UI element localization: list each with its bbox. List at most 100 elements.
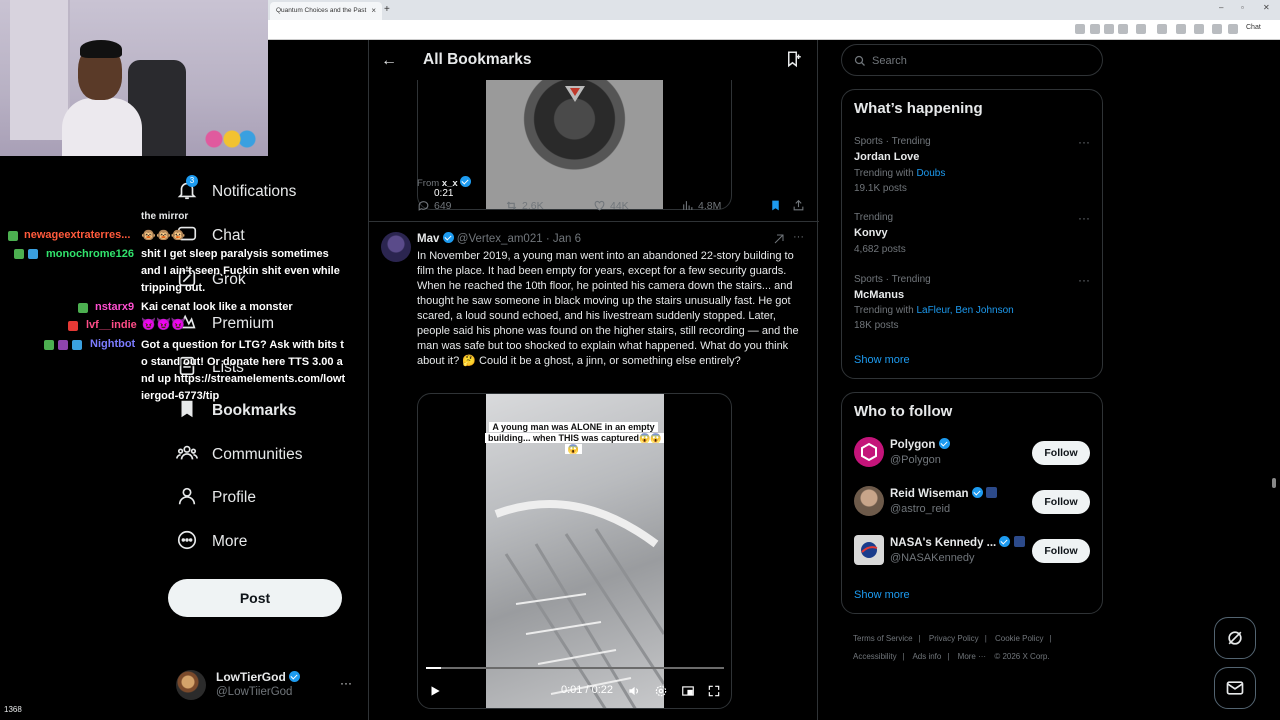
video-progress-fill [426,667,441,669]
tweet-author-line: Mav @Vertex_am021 · Jan 6 [417,232,581,245]
footer-link[interactable]: Accessibility [853,652,897,661]
video-frame [486,80,663,209]
follow-name[interactable]: Polygon [890,438,950,451]
trend-name[interactable]: Konvy [854,227,888,239]
tweet-date[interactable]: Jan 6 [553,233,581,245]
avatar[interactable] [854,437,884,467]
messages-fab-button[interactable] [1214,667,1256,709]
video-progress-track[interactable] [426,667,724,669]
follow-button[interactable]: Follow [1032,441,1090,465]
trend-name[interactable]: McManus [854,289,904,301]
picture-in-picture-icon[interactable] [681,684,695,698]
nav-profile[interactable]: Profile [176,484,256,512]
nav-label: Profile [212,489,256,506]
toolbar-zoom-icon[interactable] [1090,24,1100,34]
fullscreen-icon[interactable] [707,684,721,698]
footer-link[interactable]: Terms of Service [853,634,913,643]
divider [369,221,819,222]
toolbar-favorites-icon[interactable] [1176,24,1186,34]
chat-message: Got a question for LTG? Ask with bits to… [141,339,346,402]
like-button[interactable]: 44K [593,199,629,212]
toolbar-read-icon[interactable] [1104,24,1114,34]
toolbar-apps-icon[interactable] [1075,24,1085,34]
repost-button[interactable]: 2.6K [505,199,544,212]
settings-icon[interactable] [654,684,668,698]
verified-badge-icon [460,176,472,187]
avatar[interactable] [854,486,884,516]
nav-communities[interactable]: Communities [176,441,302,469]
follow-handle: @astro_reid [890,503,951,515]
nav-label: Chat [212,227,245,244]
affiliate-badge-icon [985,487,997,498]
toolbar-collections-icon[interactable] [1194,24,1204,34]
bookmark-filled-icon[interactable] [769,199,782,212]
play-icon[interactable] [428,684,442,698]
search-icon [854,55,865,66]
trend-more-icon[interactable]: ··· [1078,273,1090,287]
avatar[interactable] [854,535,884,565]
maximize-icon[interactable]: ▫ [1241,3,1244,12]
views-button[interactable]: 4.8M [681,199,721,212]
account-switcher[interactable]: LowTierGod @LowTiierGod ··· [176,668,356,702]
toolbar-favorite-icon[interactable] [1118,24,1128,34]
window-close-icon[interactable]: ✕ [1263,3,1270,12]
tab-close-icon[interactable]: × [371,6,376,15]
grok-fab-button[interactable] [1214,617,1256,659]
trend-category: Sports · Trending [854,136,931,147]
follow-name[interactable]: NASA's Kennedy ... [890,536,1025,549]
grok-explain-icon[interactable] [773,233,785,245]
show-more-link[interactable]: Show more [854,589,910,601]
toolbar-menu-icon[interactable] [1228,24,1238,34]
reply-button[interactable]: 649 [417,199,452,212]
volume-icon[interactable] [627,684,641,698]
trend-name[interactable]: Jordan Love [854,151,919,163]
post-button[interactable]: Post [168,579,342,617]
new-tab-button[interactable]: + [384,4,390,15]
follow-button[interactable]: Follow [1032,490,1090,514]
search-input[interactable] [872,52,1092,70]
footer-link[interactable]: More ··· [958,652,986,661]
scrollbar-thumb[interactable] [1272,478,1276,488]
show-more-link[interactable]: Show more [854,354,910,366]
nav-label: More [212,533,248,550]
toolbar-refresh-icon[interactable] [1136,24,1146,34]
author-name[interactable]: Mav [417,233,439,245]
avatar[interactable] [381,232,411,262]
polygon-logo-icon [861,442,877,462]
follow-handle: @NASAKennedy [890,552,975,564]
follow-button[interactable]: Follow [1032,539,1090,563]
chat-username: lvf__indie [86,319,137,331]
toolbar-extension-icon[interactable] [1157,24,1167,34]
chat-badge-icon [14,249,24,259]
trend-category: Sports · Trending [854,274,931,285]
webcam-overlay [0,0,268,156]
footer-link[interactable]: Ads info [912,652,941,661]
nav-more[interactable]: More [176,528,247,556]
bell-icon: 3 [176,174,198,206]
tweet-video[interactable]: 0:21 [417,80,732,210]
back-arrow-icon[interactable]: ← [381,52,397,70]
account-more-icon[interactable]: ··· [340,676,352,690]
nav-notifications[interactable]: 3 Notifications [176,174,296,206]
author-handle[interactable]: @Vertex_am021 [457,233,543,245]
browser-tab[interactable]: Quantum Choices and the Past × [270,2,382,20]
tweet-more-icon[interactable]: ··· [793,231,804,243]
toolbar-profile-icon[interactable] [1212,24,1222,34]
car-logo-icon [565,86,585,102]
trend-more-icon[interactable]: ··· [1078,211,1090,225]
copilot-chat-button[interactable]: Chat [1246,24,1261,31]
views-icon [683,201,693,210]
footer-link[interactable]: Privacy Policy [929,634,979,643]
affiliate-badge-icon [1013,536,1025,547]
footer-link[interactable]: Cookie Policy [995,634,1043,643]
bookmark-folder-icon[interactable] [785,50,803,68]
chat-badge-icon [8,231,18,241]
share-icon[interactable] [792,199,805,212]
search-bar[interactable] [841,44,1103,76]
trend-more-icon[interactable]: ··· [1078,135,1090,149]
main-column: ← All Bookmarks 0:21 From x_x 649 2.6K 4… [368,40,819,720]
trend-posts: 4,682 posts [854,244,906,255]
minimize-icon[interactable]: – [1219,3,1223,12]
follow-name[interactable]: Reid Wiseman [890,487,997,500]
chat-badge-icon [28,249,38,259]
